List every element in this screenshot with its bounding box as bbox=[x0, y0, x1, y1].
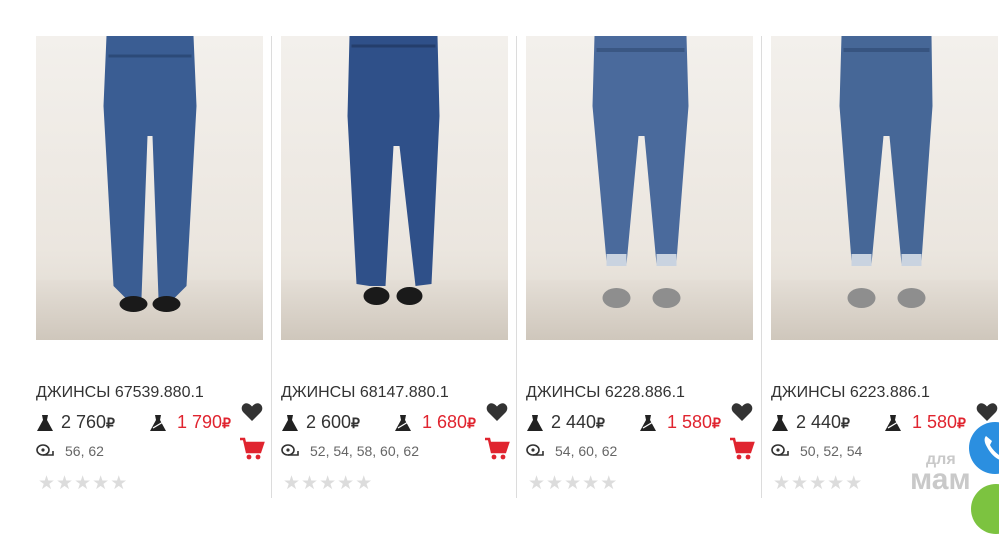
heart-icon[interactable] bbox=[975, 400, 999, 424]
available-sizes: 52, 54, 58, 60, 62 bbox=[310, 443, 419, 459]
price-row: 2 440₽ 1 580₽ bbox=[771, 412, 999, 436]
cart-icon[interactable] bbox=[729, 436, 755, 462]
sale-price: 1 580₽ bbox=[912, 412, 966, 432]
product-card[interactable]: ДЖИНСЫ 68147.880.1 2 600₽ 1 680₽ 52, 54,… bbox=[281, 36, 521, 498]
star-icon[interactable]: ★ bbox=[546, 473, 564, 494]
jeans-image bbox=[103, 36, 196, 312]
star-icon[interactable]: ★ bbox=[564, 473, 582, 494]
phone-icon bbox=[984, 436, 999, 460]
star-icon[interactable]: ★ bbox=[773, 473, 791, 494]
dress-icon bbox=[527, 415, 543, 431]
rating-stars[interactable]: ★★★★★ bbox=[773, 472, 863, 495]
cart-icon[interactable] bbox=[484, 436, 510, 462]
star-icon[interactable]: ★ bbox=[337, 473, 355, 494]
product-photo[interactable] bbox=[281, 36, 508, 340]
heart-icon[interactable] bbox=[485, 400, 509, 424]
available-sizes: 50, 52, 54 bbox=[800, 443, 863, 459]
rating-stars[interactable]: ★★★★★ bbox=[38, 472, 128, 495]
watermark-line2: мам bbox=[910, 463, 971, 496]
dress-icon bbox=[395, 415, 411, 431]
product-card[interactable]: ДЖИНСЫ 6223.886.1 2 440₽ 1 580₽ 50, 52, … bbox=[771, 36, 999, 498]
dress-icon bbox=[37, 415, 53, 431]
card-divider bbox=[516, 36, 517, 498]
star-icon[interactable]: ★ bbox=[301, 473, 319, 494]
product-card[interactable]: ДЖИНСЫ 6228.886.1 2 440₽ 1 580₽ 54, 60, … bbox=[526, 36, 766, 498]
sale-price: 1 790₽ bbox=[177, 412, 231, 432]
product-photo[interactable] bbox=[526, 36, 753, 340]
dress-icon bbox=[640, 415, 656, 431]
sale-price: 1 580₽ bbox=[667, 412, 721, 432]
star-icon[interactable]: ★ bbox=[845, 473, 863, 494]
star-icon[interactable]: ★ bbox=[56, 473, 74, 494]
star-icon[interactable]: ★ bbox=[92, 473, 110, 494]
cart-icon[interactable] bbox=[239, 436, 265, 462]
star-icon[interactable]: ★ bbox=[827, 473, 845, 494]
dress-icon bbox=[150, 415, 166, 431]
product-title[interactable]: ДЖИНСЫ 6228.886.1 bbox=[526, 384, 685, 402]
product-photo[interactable] bbox=[771, 36, 998, 340]
star-icon[interactable]: ★ bbox=[528, 473, 546, 494]
star-icon[interactable]: ★ bbox=[74, 473, 92, 494]
regular-price: 2 760₽ bbox=[61, 412, 115, 432]
star-icon[interactable]: ★ bbox=[582, 473, 600, 494]
heart-icon[interactable] bbox=[730, 400, 754, 424]
sale-price: 1 680₽ bbox=[422, 412, 476, 432]
phone-call-button[interactable] bbox=[969, 422, 999, 474]
regular-price: 2 440₽ bbox=[551, 412, 605, 432]
jeans-image bbox=[592, 36, 688, 308]
size-tape-icon bbox=[771, 444, 789, 456]
available-sizes: 54, 60, 62 bbox=[555, 443, 618, 459]
size-tape-icon bbox=[526, 444, 544, 456]
star-icon[interactable]: ★ bbox=[791, 473, 809, 494]
dress-icon bbox=[282, 415, 298, 431]
product-card[interactable]: ДЖИНСЫ 67539.880.1 2 760₽ 1 790₽ 56, 62 … bbox=[36, 36, 276, 498]
star-icon[interactable]: ★ bbox=[319, 473, 337, 494]
available-sizes: 56, 62 bbox=[65, 443, 104, 459]
star-icon[interactable]: ★ bbox=[283, 473, 301, 494]
rating-stars[interactable]: ★★★★★ bbox=[528, 472, 618, 495]
size-tape-icon bbox=[281, 444, 299, 456]
dress-icon bbox=[772, 415, 788, 431]
regular-price: 2 600₽ bbox=[306, 412, 360, 432]
star-icon[interactable]: ★ bbox=[110, 473, 128, 494]
card-divider bbox=[761, 36, 762, 498]
jeans-image bbox=[347, 36, 439, 305]
rating-stars[interactable]: ★★★★★ bbox=[283, 472, 373, 495]
star-icon[interactable]: ★ bbox=[38, 473, 56, 494]
heart-icon[interactable] bbox=[240, 400, 264, 424]
star-icon[interactable]: ★ bbox=[600, 473, 618, 494]
product-title[interactable]: ДЖИНСЫ 6223.886.1 bbox=[771, 384, 930, 402]
star-icon[interactable]: ★ bbox=[809, 473, 827, 494]
star-icon[interactable]: ★ bbox=[355, 473, 373, 494]
card-divider bbox=[271, 36, 272, 498]
product-title[interactable]: ДЖИНСЫ 68147.880.1 bbox=[281, 384, 449, 402]
product-grid: ДЖИНСЫ 67539.880.1 2 760₽ 1 790₽ 56, 62 … bbox=[0, 0, 999, 506]
dress-icon bbox=[885, 415, 901, 431]
product-photo[interactable] bbox=[36, 36, 263, 340]
jeans-image bbox=[839, 36, 932, 308]
size-tape-icon bbox=[36, 444, 54, 456]
regular-price: 2 440₽ bbox=[796, 412, 850, 432]
product-title[interactable]: ДЖИНСЫ 67539.880.1 bbox=[36, 384, 204, 402]
